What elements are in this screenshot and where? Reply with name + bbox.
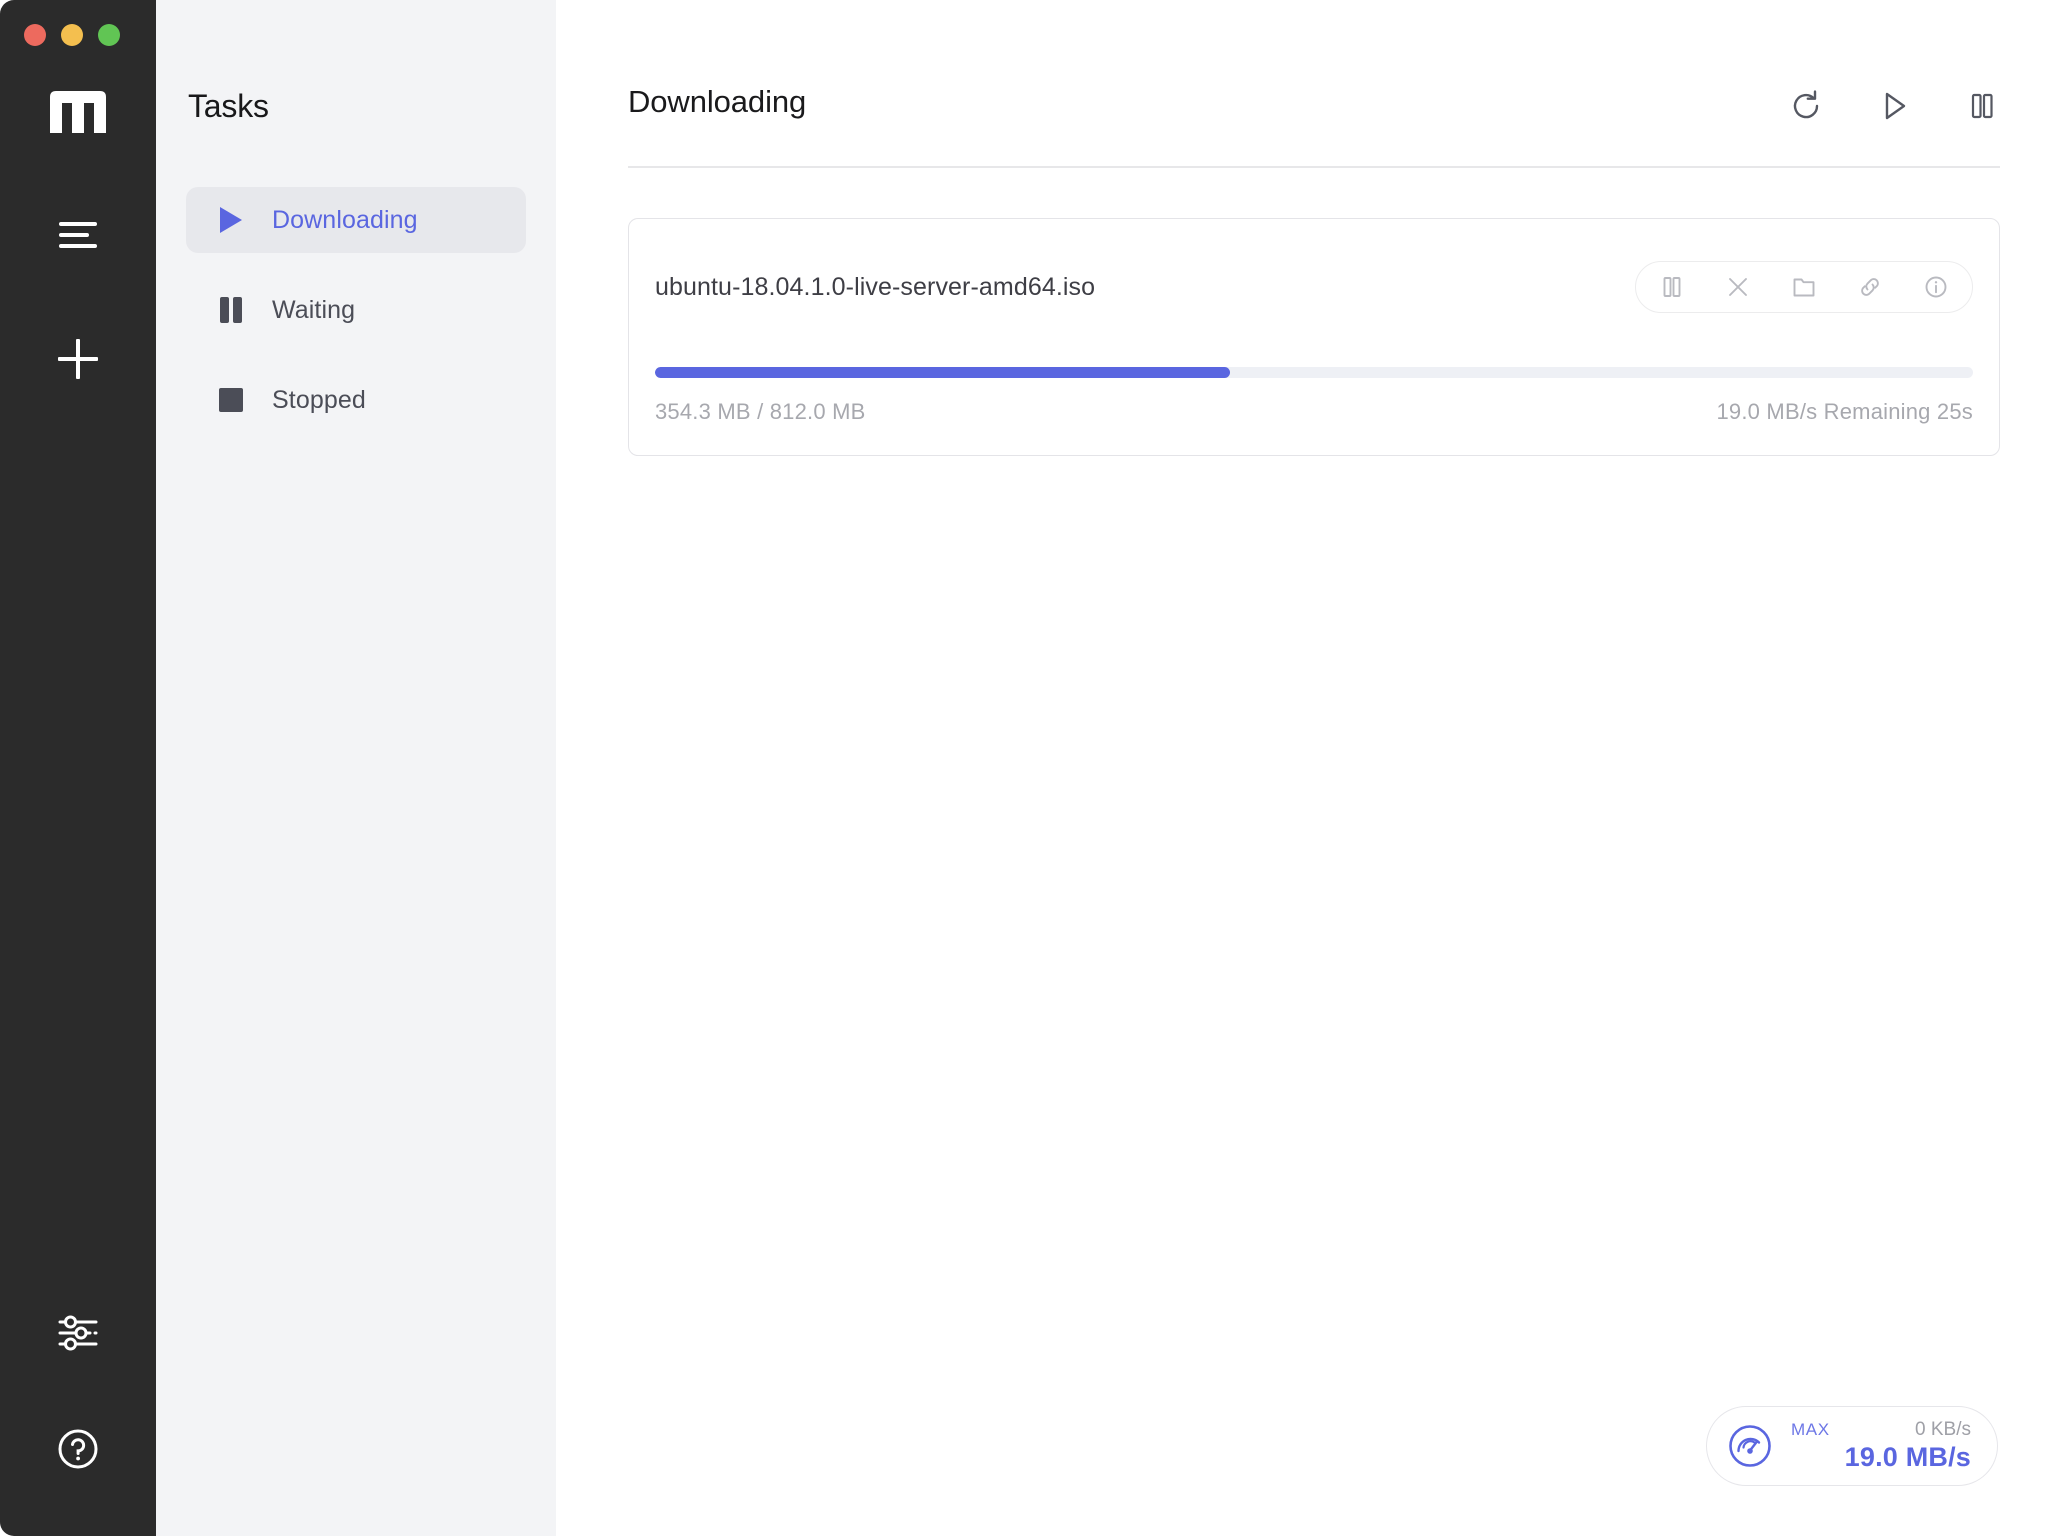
task-speed-remaining-text: 19.0 MB/s Remaining 25s: [1716, 399, 1973, 425]
rail-item-help[interactable]: [47, 1418, 109, 1480]
download-card-header: ubuntu-18.04.1.0-live-server-amd64.iso: [655, 261, 1973, 313]
window-maximize-button[interactable]: [98, 24, 120, 46]
folder-icon: [1791, 274, 1817, 300]
task-size-text: 354.3 MB / 812.0 MB: [655, 399, 865, 425]
task-progress-fill: [655, 367, 1230, 378]
window-close-button[interactable]: [24, 24, 46, 46]
page-title: Downloading: [628, 86, 806, 117]
task-show-folder-button[interactable]: [1788, 271, 1820, 303]
app-rail: [0, 0, 156, 1536]
speedometer-icon: [1727, 1423, 1773, 1469]
window-traffic-lights: [24, 24, 120, 46]
help-question-icon: [56, 1427, 100, 1471]
task-remove-button[interactable]: [1722, 271, 1754, 303]
tasks-panel: Tasks Downloading Waiting: [156, 0, 556, 1536]
task-stats-row: 354.3 MB / 812.0 MB 19.0 MB/s Remaining …: [655, 399, 1973, 425]
task-filename: ubuntu-18.04.1.0-live-server-amd64.iso: [655, 273, 1095, 302]
resume-all-icon: [1877, 89, 1911, 123]
speed-widget-body: MAX 0 KB/s 19.0 MB/s: [1791, 1419, 1971, 1473]
task-card-area: ubuntu-18.04.1.0-live-server-amd64.iso: [628, 168, 2000, 456]
speed-widget-bottom-row: 19.0 MB/s: [1791, 1442, 1971, 1473]
play-triangle-icon: [216, 205, 246, 235]
speed-mode-label: MAX: [1791, 1420, 1830, 1440]
task-progress-bar: [655, 367, 1973, 378]
app-logo-icon: [46, 88, 110, 136]
sidebar-item-label: Downloading: [272, 206, 418, 235]
sidebar-item-label: Waiting: [272, 296, 355, 325]
pause-bars-icon: [216, 295, 246, 325]
pause-all-button[interactable]: [1964, 88, 2000, 124]
pause-icon: [1659, 274, 1685, 300]
app-window: Tasks Downloading Waiting: [0, 0, 2048, 1536]
task-info-button[interactable]: [1920, 271, 1952, 303]
main-header: Downloading: [628, 0, 2000, 124]
task-pause-button[interactable]: [1656, 271, 1688, 303]
main-content: Downloading: [556, 0, 2048, 1536]
rail-item-preferences[interactable]: [47, 1302, 109, 1364]
speed-widget-top-row: MAX 0 KB/s: [1791, 1419, 1971, 1441]
tasks-panel-title: Tasks: [156, 0, 556, 125]
preferences-sliders-icon: [56, 1311, 100, 1355]
window-minimize-button[interactable]: [61, 24, 83, 46]
sidebar-item-waiting[interactable]: Waiting: [186, 277, 526, 343]
refresh-button[interactable]: [1788, 88, 1824, 124]
rail-item-task-list[interactable]: [47, 204, 109, 266]
speed-widget[interactable]: MAX 0 KB/s 19.0 MB/s: [1706, 1406, 1998, 1486]
sidebar-item-stopped[interactable]: Stopped: [186, 367, 526, 433]
resume-all-button[interactable]: [1876, 88, 1912, 124]
sidebar-item-downloading[interactable]: Downloading: [186, 187, 526, 253]
stop-square-icon: [216, 385, 246, 415]
close-icon: [1725, 274, 1751, 300]
pause-all-icon: [1965, 89, 1999, 123]
download-task-card[interactable]: ubuntu-18.04.1.0-live-server-amd64.iso: [628, 218, 2000, 456]
sidebar-item-label: Stopped: [272, 386, 366, 415]
refresh-icon: [1789, 89, 1823, 123]
upload-speed-value: 0 KB/s: [1915, 1419, 1971, 1441]
download-speed-value: 19.0 MB/s: [1845, 1442, 1971, 1473]
plus-icon: [56, 337, 100, 381]
header-action-group: [1788, 86, 2000, 124]
tasks-nav-list: Downloading Waiting Stopped: [156, 187, 556, 433]
rail-bottom-group: [47, 1302, 109, 1480]
task-copy-link-button[interactable]: [1854, 271, 1886, 303]
info-icon: [1923, 274, 1949, 300]
task-list-icon: [57, 219, 99, 251]
task-action-group: [1635, 261, 1973, 313]
rail-item-new-task[interactable]: [47, 328, 109, 390]
link-icon: [1857, 274, 1883, 300]
